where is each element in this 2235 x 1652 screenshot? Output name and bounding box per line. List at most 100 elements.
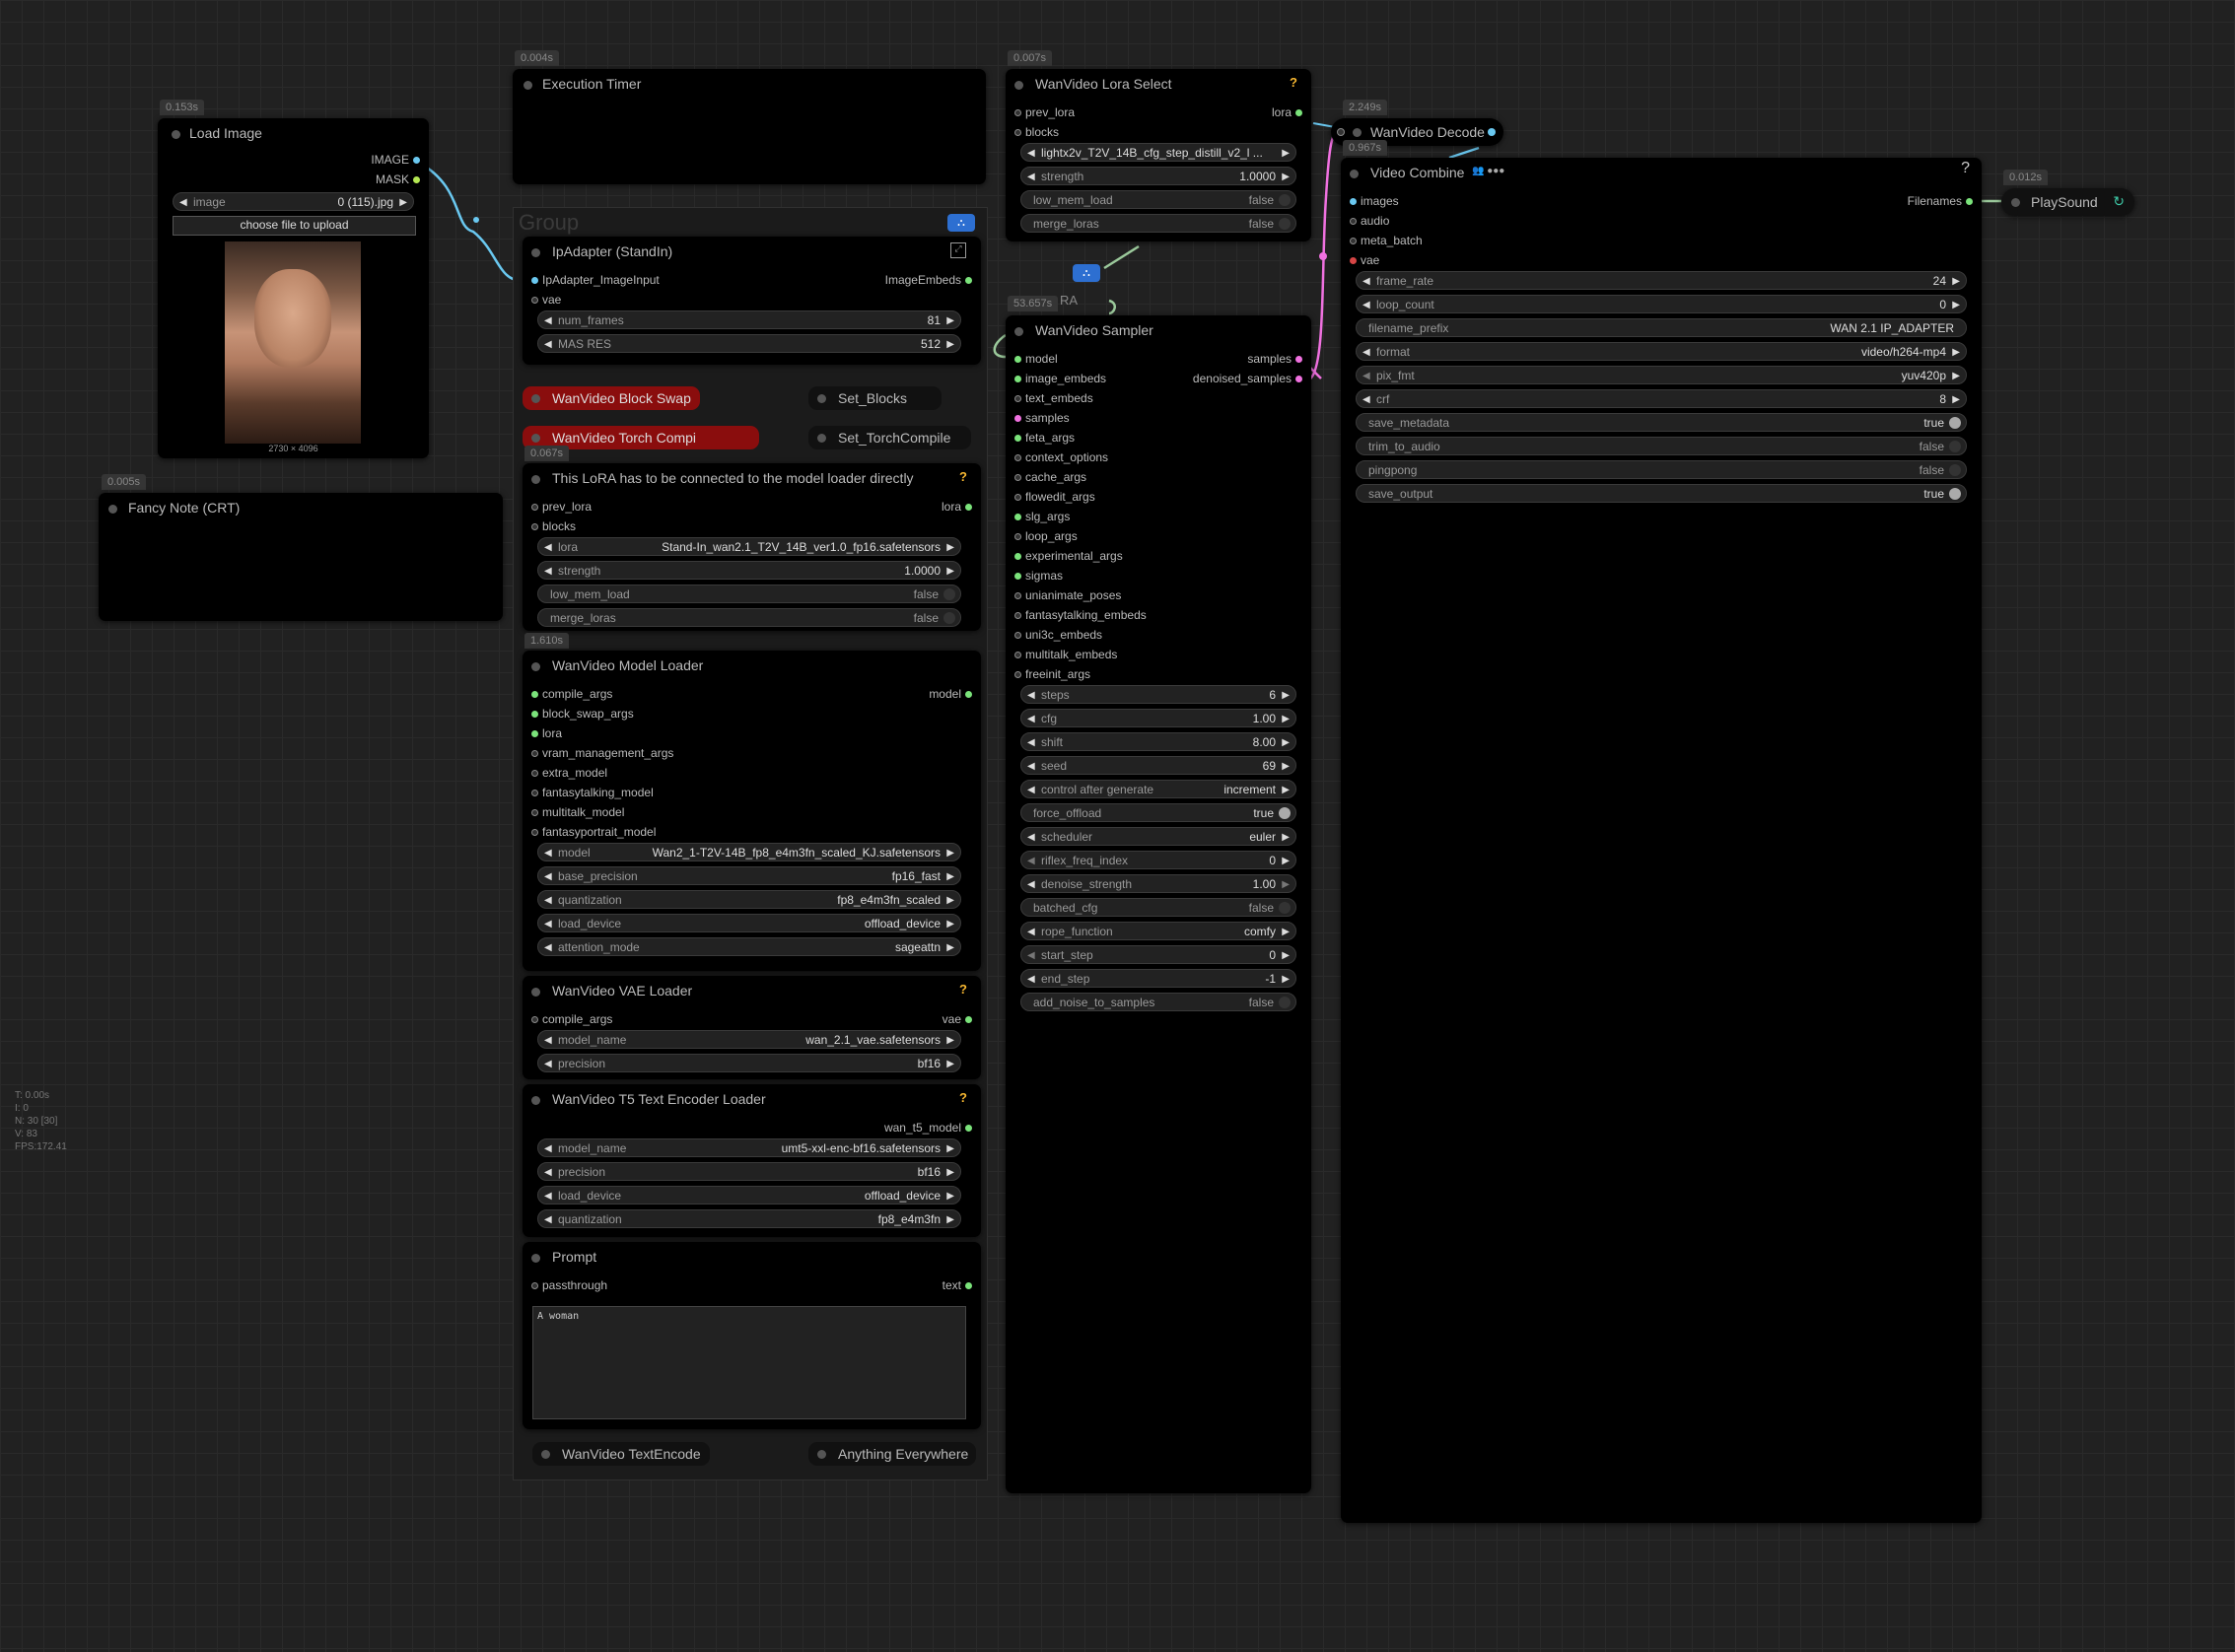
node-title-bar[interactable]: WanVideo Model Loader — [523, 651, 981, 680]
t5-precision-combo[interactable]: ◀ precision bf16 ▶ — [537, 1162, 961, 1181]
pix-fmt-combo[interactable]: ◀ pix_fmt yuv420p ▶ — [1356, 366, 1967, 384]
t5-loader-node[interactable]: WanVideo T5 Text Encoder Loader ? wan_t5… — [523, 1084, 981, 1237]
arrow-right-icon[interactable]: ▶ — [946, 938, 954, 957]
input-slot[interactable] — [1014, 376, 1021, 382]
input-uni3c-embeds[interactable]: uni3c_embeds — [1014, 628, 1102, 642]
input-slot[interactable] — [531, 297, 538, 304]
input-slot[interactable] — [531, 1282, 538, 1289]
rope-function-combo[interactable]: ◀ rope_function comfy ▶ — [1020, 922, 1296, 940]
arrow-left-icon[interactable]: ◀ — [1362, 390, 1370, 409]
num-frames-widget[interactable]: ◀ num_frames 81 ▶ — [537, 310, 961, 329]
node-title-bar[interactable]: WanVideo VAE Loader ? — [523, 976, 981, 1005]
arrow-right-icon[interactable]: ▶ — [946, 1139, 954, 1158]
input-ipadapter-image[interactable]: IpAdapter_ImageInput — [531, 273, 660, 287]
arrow-right-icon[interactable]: ▶ — [946, 335, 954, 354]
arrow-right-icon[interactable]: ▶ — [1282, 828, 1290, 847]
toggle-knob[interactable] — [1949, 464, 1961, 476]
toggle-knob[interactable] — [1949, 488, 1961, 500]
scheduler-combo[interactable]: ◀ scheduler euler ▶ — [1020, 827, 1296, 846]
arrow-left-icon[interactable]: ◀ — [544, 1210, 552, 1229]
crf-widget[interactable]: ◀ crf 8 ▶ — [1356, 389, 1967, 408]
input-meta-batch[interactable]: meta_batch — [1350, 234, 1423, 247]
merge-loras-toggle[interactable]: merge_loras false — [1020, 214, 1296, 233]
node-title-bar[interactable]: IpAdapter (StandIn) ⤢ — [523, 237, 981, 266]
output-slot[interactable] — [1488, 128, 1496, 136]
help-icon[interactable]: ? — [1290, 75, 1297, 90]
input-slot[interactable] — [1014, 652, 1021, 658]
pingpong-toggle[interactable]: pingpong false — [1356, 460, 1967, 479]
input-slot[interactable] — [1014, 415, 1021, 422]
collapse-dot[interactable] — [531, 434, 540, 443]
arrow-left-icon[interactable]: ◀ — [544, 1055, 552, 1073]
arrow-left-icon[interactable]: ◀ — [1362, 367, 1370, 385]
input-fantasytalking-embeds[interactable]: fantasytalking_embeds — [1014, 608, 1147, 622]
input-vae[interactable]: vae — [1350, 253, 1379, 267]
start-step-widget[interactable]: ◀ start_step 0 ▶ — [1020, 945, 1296, 964]
collapse-dot[interactable] — [1014, 327, 1023, 336]
help-icon[interactable]: ? — [959, 982, 967, 997]
input-slot[interactable] — [1014, 612, 1021, 619]
t5-quantization-combo[interactable]: ◀ quantization fp8_e4m3fn ▶ — [537, 1209, 961, 1228]
input-unianimate-poses[interactable]: unianimate_poses — [1014, 588, 1121, 602]
strength-widget[interactable]: ◀ strength 1.0000 ▶ — [537, 561, 961, 580]
collapse-dot[interactable] — [531, 1254, 540, 1263]
output-samples[interactable]: samples — [1247, 352, 1302, 366]
help-icon[interactable]: ? — [959, 1090, 967, 1105]
output-text[interactable]: text — [943, 1278, 972, 1292]
input-slot[interactable] — [1014, 109, 1021, 116]
playsound-node[interactable]: PlaySound ↻ — [2001, 188, 2134, 216]
input-slot[interactable] — [1350, 238, 1357, 244]
input-flowedit-args[interactable]: flowedit_args — [1014, 490, 1095, 504]
output-image[interactable]: IMAGE — [371, 153, 420, 167]
output-slot[interactable] — [1295, 356, 1302, 363]
collapse-dot[interactable] — [531, 662, 540, 671]
arrow-right-icon[interactable]: ▶ — [946, 311, 954, 330]
input-experimental-args[interactable]: experimental_args — [1014, 549, 1123, 563]
output-slot[interactable] — [413, 157, 420, 164]
upload-button[interactable]: choose file to upload — [173, 216, 416, 236]
seed-widget[interactable]: ◀ seed 69 ▶ — [1020, 756, 1296, 775]
save-output-toggle[interactable]: save_output true — [1356, 484, 1967, 503]
input-slot[interactable] — [1014, 553, 1021, 560]
arrow-right-icon[interactable]: ▶ — [1952, 296, 1960, 314]
toggle-knob[interactable] — [943, 612, 955, 624]
input-passthrough[interactable]: passthrough — [531, 1278, 607, 1292]
block-swap-node[interactable]: WanVideo Block Swap — [523, 386, 700, 410]
arrow-left-icon[interactable]: ◀ — [1027, 828, 1035, 847]
arrow-left-icon[interactable]: ◀ — [1027, 757, 1035, 776]
arrow-left-icon[interactable]: ◀ — [1027, 970, 1035, 989]
arrow-right-icon[interactable]: ▶ — [1282, 686, 1290, 705]
input-loop-args[interactable]: loop_args — [1014, 529, 1078, 543]
steps-widget[interactable]: ◀ steps 6 ▶ — [1020, 685, 1296, 704]
prompt-textarea[interactable]: A woman — [532, 1306, 966, 1419]
collapse-dot[interactable] — [531, 1096, 540, 1105]
cfg-widget[interactable]: ◀ cfg 1.00 ▶ — [1020, 709, 1296, 727]
arrow-right-icon[interactable]: ▶ — [1282, 923, 1290, 941]
arrow-left-icon[interactable]: ◀ — [1027, 710, 1035, 728]
input-slot[interactable] — [1014, 356, 1021, 363]
input-slot[interactable] — [531, 523, 538, 530]
toggle-knob[interactable] — [1279, 997, 1291, 1008]
arrow-right-icon[interactable]: ▶ — [1952, 272, 1960, 291]
lora-select-node[interactable]: WanVideo Lora Select ? prev_lora blocks … — [1006, 69, 1311, 241]
control-after-generate-combo[interactable]: ◀ control after generate increment ▶ — [1020, 780, 1296, 798]
input-slot[interactable] — [531, 770, 538, 777]
toggle-knob[interactable] — [1279, 194, 1291, 206]
group-title[interactable]: Group — [519, 210, 579, 236]
arrow-left-icon[interactable]: ◀ — [544, 915, 552, 933]
arrow-right-icon[interactable]: ▶ — [946, 1163, 954, 1182]
output-slot[interactable] — [413, 176, 420, 183]
end-step-widget[interactable]: ◀ end_step -1 ▶ — [1020, 969, 1296, 988]
arrow-right-icon[interactable]: ▶ — [946, 1210, 954, 1229]
input-lora[interactable]: lora — [531, 726, 562, 740]
force-offload-toggle[interactable]: force_offload true — [1020, 803, 1296, 822]
output-lora[interactable]: lora — [942, 500, 972, 514]
arrow-left-icon[interactable]: ◀ — [1027, 946, 1035, 965]
arrow-right-icon[interactable]: ▶ — [1282, 781, 1290, 799]
output-lora[interactable]: lora — [1272, 105, 1302, 119]
low-mem-load-toggle[interactable]: low_mem_load false — [1020, 190, 1296, 209]
vae-loader-node[interactable]: WanVideo VAE Loader ? compile_args vae ◀… — [523, 976, 981, 1079]
low-mem-load-toggle[interactable]: low_mem_load false — [537, 585, 961, 603]
output-slot[interactable] — [965, 1282, 972, 1289]
anything-everywhere-node[interactable]: Anything Everywhere — [808, 1442, 976, 1466]
